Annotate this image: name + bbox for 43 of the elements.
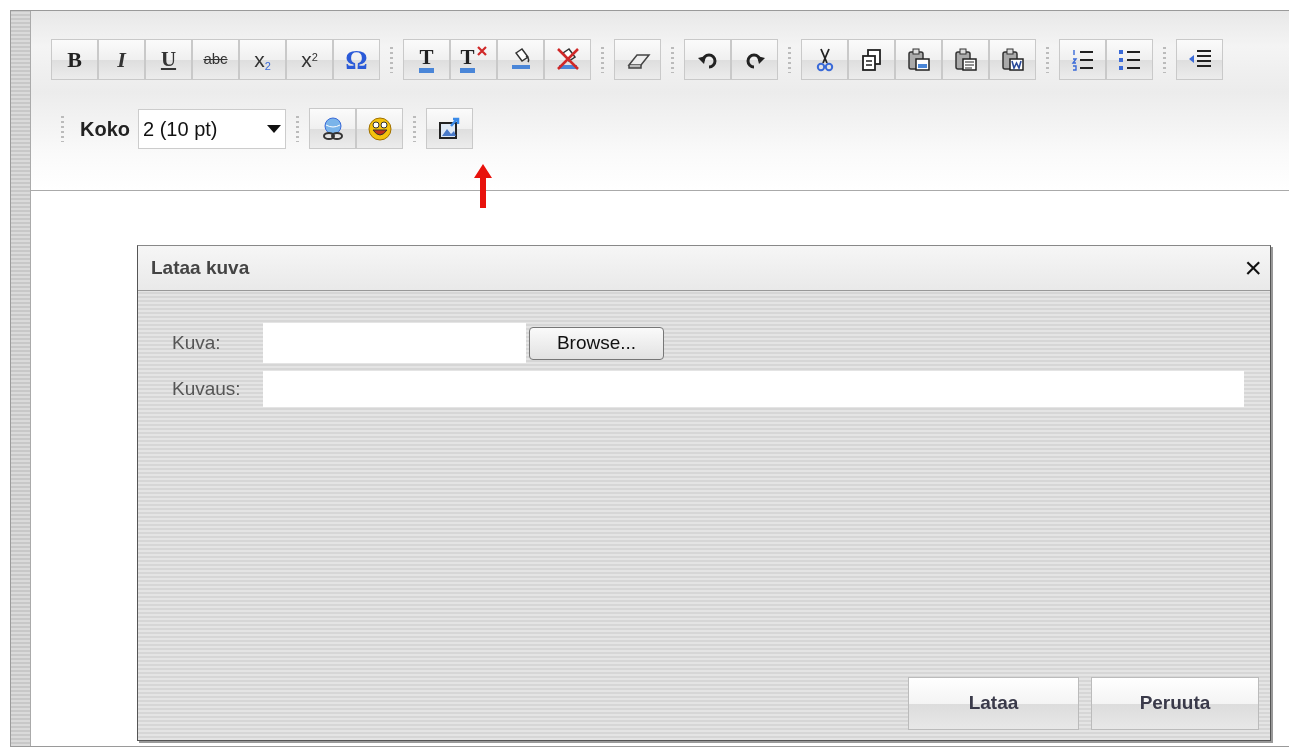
dialog-title: Lataa kuva [151,255,250,280]
special-character-button[interactable]: Ω [333,39,380,80]
caret-icon [267,124,281,133]
remove-text-color-button[interactable]: T [450,39,497,80]
close-button[interactable]: × [1244,253,1262,283]
superscript-button[interactable]: x$^{2}$ [286,39,333,80]
undo-button[interactable] [684,39,731,80]
fill-color-remove-button[interactable] [544,39,591,80]
clipboard-icon [905,46,932,73]
text-color-button[interactable]: T [403,39,450,80]
field-label: Kuva: [172,330,222,355]
smiley-button[interactable] [356,108,403,149]
description-field[interactable] [263,371,1244,407]
bold-button[interactable]: B [51,39,98,80]
fill-color-button[interactable] [497,39,544,80]
clipboard-icon [999,46,1026,73]
file-path-field[interactable] [263,323,526,363]
font-size-label: Koko [80,116,130,142]
subscript-button[interactable]: x$_{2}$ [239,39,286,80]
copy-button[interactable] [848,39,895,80]
pointer-arrow [474,164,492,208]
redo-button[interactable] [731,39,778,80]
smiley-icon [366,115,393,142]
upload-button[interactable]: Lataa [908,677,1079,730]
browse-button[interactable]: Browse... [529,326,664,360]
bullet-list-button[interactable] [1106,39,1153,80]
strikethrough-button[interactable]: abc [192,39,239,80]
paste-word-button[interactable] [989,39,1036,80]
field-label: Kuvaus: [172,376,242,401]
eraser-button[interactable] [614,39,661,80]
ordered-list-button[interactable] [1059,39,1106,80]
paste-text-button[interactable] [942,39,989,80]
cancel-button[interactable]: Peruuta [1091,677,1259,730]
italic-button[interactable]: I [98,39,145,80]
underline-button[interactable]: U [145,39,192,80]
outdent-button[interactable] [1176,39,1223,80]
clipboard-icon [952,46,979,73]
cut-button[interactable] [801,39,848,80]
link-button[interactable] [309,108,356,149]
font-size-select[interactable]: 2 (10 pt) [138,108,286,149]
image-button[interactable] [426,108,473,149]
remove-x-icon [476,46,487,56]
paste-button[interactable] [895,39,942,80]
